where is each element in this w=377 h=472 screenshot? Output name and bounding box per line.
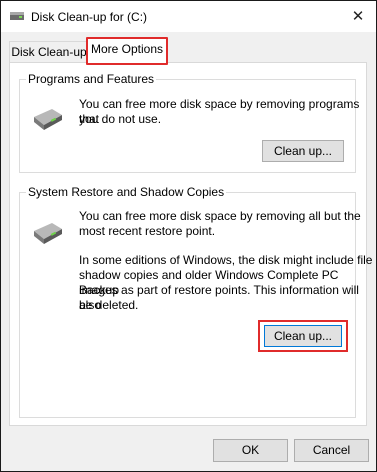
- drive-icon: [34, 109, 62, 130]
- title-bar: Disk Clean-up for (C:) ✕: [1, 1, 376, 32]
- tab-more-options[interactable]: More Options: [87, 38, 167, 63]
- programs-cleanup-button[interactable]: Clean up...: [262, 140, 344, 162]
- ok-button[interactable]: OK: [213, 439, 288, 462]
- close-icon[interactable]: ✕: [347, 7, 369, 27]
- tab-disk-cleanup[interactable]: Disk Clean-up: [9, 41, 89, 63]
- restore-cleanup-button[interactable]: Clean up...: [264, 325, 342, 347]
- cancel-button[interactable]: Cancel: [294, 439, 369, 462]
- restore-description-line2: most recent restore point.: [79, 224, 216, 238]
- group-title: Programs and Features: [26, 72, 157, 86]
- programs-description-line2: you do not use.: [79, 112, 162, 126]
- restore-note-line1: In some editions of Windows, the disk mi…: [79, 253, 373, 267]
- drive-icon: [34, 223, 62, 244]
- drive-icon: [10, 12, 24, 20]
- group-title: System Restore and Shadow Copies: [26, 185, 227, 199]
- restore-description-line1: You can free more disk space by removing…: [79, 209, 361, 223]
- window-title: Disk Clean-up for (C:): [31, 10, 148, 24]
- restore-note-line4: be deleted.: [79, 298, 139, 312]
